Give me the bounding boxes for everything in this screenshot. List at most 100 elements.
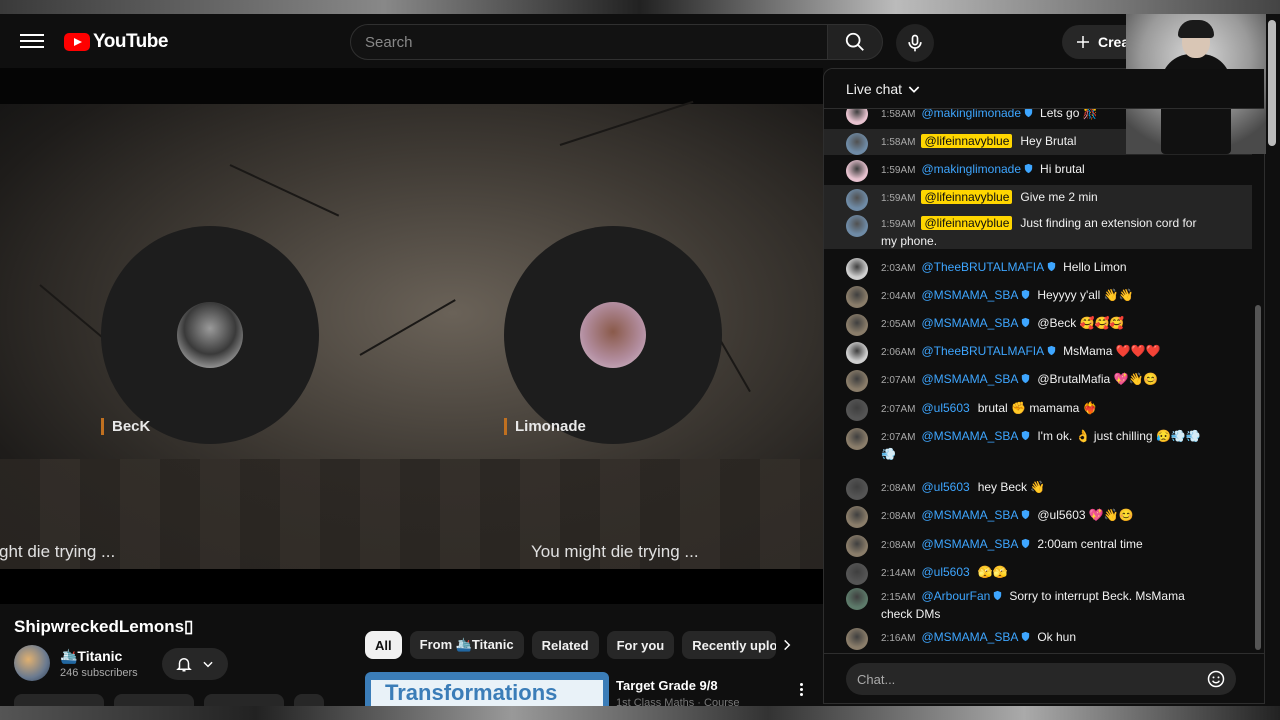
chat-message-body: 2:03AM @TheeBRUTALMAFIA Hello Limon bbox=[881, 259, 1212, 277]
chat-author-avatar[interactable] bbox=[846, 428, 868, 450]
caption-left: ght die trying ... bbox=[0, 542, 116, 561]
chat-author-name[interactable]: @lifeinnavyblue bbox=[921, 216, 1013, 230]
scene-crack bbox=[359, 299, 456, 356]
chip-from-channel[interactable]: From 🛳️Titanic bbox=[409, 631, 524, 659]
chat-timestamp: 2:14AM bbox=[881, 568, 916, 579]
chat-message[interactable]: 2:04AM @MSMAMA_SBA Heyyyy y'all 👋👋 bbox=[824, 283, 1252, 308]
chat-input-box[interactable] bbox=[846, 663, 1236, 695]
chat-author-avatar[interactable] bbox=[846, 160, 868, 182]
chips-next-button[interactable] bbox=[776, 634, 798, 656]
search-input[interactable] bbox=[351, 25, 827, 59]
chat-timestamp: 1:58AM bbox=[881, 109, 916, 120]
chat-message[interactable]: 2:07AM @MSMAMA_SBA I'm ok. 👌 just chilling… bbox=[824, 424, 1252, 470]
chat-message-list[interactable]: 1:58AM @makinglimonade Lets go 🎊 1:58AM @lif… bbox=[824, 109, 1264, 653]
chat-message[interactable]: 2:16AM @MSMAMA_SBA Ok hun bbox=[824, 625, 1252, 650]
channel-name[interactable]: 🛳️Titanic bbox=[60, 648, 122, 665]
chat-author-name[interactable]: @ArbourFan bbox=[921, 589, 990, 603]
chat-author-avatar[interactable] bbox=[846, 535, 868, 557]
chat-message[interactable]: 2:08AM @MSMAMA_SBA @ul5603 💖👋😊 bbox=[824, 503, 1252, 528]
chat-author-avatar[interactable] bbox=[846, 506, 868, 528]
chat-author-name[interactable]: @MSMAMA_SBA bbox=[921, 316, 1018, 330]
channel-avatar[interactable] bbox=[14, 645, 50, 681]
chat-message-body: 2:08AM @MSMAMA_SBA @ul5603 💖👋😊 bbox=[881, 507, 1212, 525]
chat-author-name[interactable]: @MSMAMA_SBA bbox=[921, 537, 1018, 551]
chat-message[interactable]: 2:05AM @MSMAMA_SBA @Beck 🥰🥰🥰 bbox=[824, 311, 1252, 336]
chat-message[interactable]: 2:07AM @MSMAMA_SBA @BrutalMafia 💖👋😊 bbox=[824, 367, 1252, 392]
chat-input[interactable] bbox=[846, 663, 1236, 695]
chat-author-avatar[interactable] bbox=[846, 215, 868, 237]
verified-badge-icon bbox=[1022, 289, 1030, 300]
chat-author-avatar[interactable] bbox=[846, 588, 868, 610]
chat-message[interactable]: 2:07AM @ul5603 brutal ✊ mamama ❤️‍🔥 bbox=[824, 396, 1252, 421]
notification-bell-button[interactable] bbox=[162, 648, 228, 680]
chat-author-name[interactable]: @lifeinnavyblue bbox=[921, 190, 1013, 204]
chat-author-avatar[interactable] bbox=[846, 342, 868, 364]
chat-timestamp: 2:07AM bbox=[881, 404, 916, 415]
search-box[interactable] bbox=[350, 24, 828, 60]
emoji-icon[interactable] bbox=[1206, 669, 1226, 689]
chat-message[interactable]: 1:59AM @lifeinnavyblue Give me 2 min bbox=[824, 185, 1252, 211]
chat-message-body: 2:06AM @TheeBRUTALMAFIA MsMama ❤️❤️❤️ bbox=[881, 343, 1212, 361]
caption-right: You might die trying ... bbox=[531, 542, 699, 561]
chat-message[interactable]: 2:08AM @MSMAMA_SBA 2:00am central time bbox=[824, 532, 1252, 557]
chat-message[interactable]: 2:03AM @TheeBRUTALMAFIA Hello Limon bbox=[824, 255, 1252, 280]
chat-author-name[interactable]: @lifeinnavyblue bbox=[921, 134, 1013, 148]
chat-author-name[interactable]: @makinglimonade bbox=[921, 109, 1021, 120]
chat-message[interactable]: 2:15AM @ArbourFan Sorry to interrupt Beck.… bbox=[824, 584, 1252, 621]
chevron-down-icon bbox=[203, 661, 213, 668]
chat-message-text: 2:00am central time bbox=[1037, 537, 1143, 551]
voice-search-button[interactable] bbox=[896, 24, 934, 62]
chat-author-avatar[interactable] bbox=[846, 109, 868, 125]
chat-author-avatar[interactable] bbox=[846, 370, 868, 392]
chat-message[interactable]: 2:14AM @ul5603 🫣🫣 bbox=[824, 560, 1252, 585]
chat-message-body: 2:08AM @ul5603 hey Beck 👋 bbox=[881, 479, 1212, 497]
chat-author-name[interactable]: @MSMAMA_SBA bbox=[921, 372, 1018, 386]
chat-message-body: 2:07AM @MSMAMA_SBA I'm ok. 👌 just chilling… bbox=[881, 428, 1212, 462]
chat-author-name[interactable]: @MSMAMA_SBA bbox=[921, 508, 1018, 522]
chat-author-avatar[interactable] bbox=[846, 314, 868, 336]
chat-author-name[interactable]: @MSMAMA_SBA bbox=[921, 429, 1018, 443]
chat-message-text: Give me 2 min bbox=[1020, 190, 1098, 204]
desktop-background-strip bbox=[0, 706, 1280, 720]
chat-message[interactable]: 1:59AM @lifeinnavyblue Just finding an ext… bbox=[824, 211, 1252, 249]
chip-related[interactable]: Related bbox=[531, 631, 599, 659]
chat-author-avatar[interactable] bbox=[846, 286, 868, 308]
chat-author-avatar[interactable] bbox=[846, 258, 868, 280]
chat-author-name[interactable]: @ul5603 bbox=[921, 480, 969, 494]
page-scrollbar[interactable] bbox=[1268, 20, 1276, 146]
chat-message[interactable]: 2:06AM @TheeBRUTALMAFIA MsMama ❤️❤️❤️ bbox=[824, 339, 1252, 364]
chat-message[interactable]: 1:59AM @makinglimonade Hi brutal bbox=[824, 157, 1252, 182]
chat-author-name[interactable]: @ul5603 bbox=[921, 401, 969, 415]
chat-author-avatar[interactable] bbox=[846, 189, 868, 211]
chat-author-name[interactable]: @makinglimonade bbox=[921, 162, 1021, 176]
chat-author-name[interactable]: @MSMAMA_SBA bbox=[921, 630, 1018, 644]
chat-author-name[interactable]: @TheeBRUTALMAFIA bbox=[921, 260, 1044, 274]
chat-timestamp: 2:05AM bbox=[881, 319, 916, 330]
menu-icon[interactable] bbox=[20, 31, 44, 51]
chat-message-body: 2:04AM @MSMAMA_SBA Heyyyy y'all 👋👋 bbox=[881, 287, 1212, 305]
youtube-logo[interactable]: YouTube bbox=[64, 31, 168, 53]
chat-scrollbar[interactable] bbox=[1255, 305, 1261, 650]
scene-crack bbox=[39, 284, 110, 344]
recommendation-title[interactable]: Target Grade 9/8 bbox=[616, 678, 718, 693]
chat-message[interactable]: 2:08AM @ul5603 hey Beck 👋 bbox=[824, 475, 1252, 500]
chat-author-avatar[interactable] bbox=[846, 478, 868, 500]
chip-recently-uploaded[interactable]: Recently uploa bbox=[682, 631, 777, 659]
chat-author-avatar[interactable] bbox=[846, 563, 868, 585]
chevron-down-icon bbox=[908, 86, 920, 93]
chat-author-avatar[interactable] bbox=[846, 628, 868, 650]
video-player[interactable]: BecK Limonade ght die trying ... You mig… bbox=[0, 68, 823, 604]
chat-author-name[interactable]: @TheeBRUTALMAFIA bbox=[921, 344, 1044, 358]
recommendation-thumbnail[interactable]: Transformations bbox=[365, 672, 609, 706]
chip-for-you[interactable]: For you bbox=[606, 631, 675, 659]
search-button[interactable] bbox=[827, 24, 883, 60]
chat-author-name[interactable]: @MSMAMA_SBA bbox=[921, 288, 1018, 302]
chat-timestamp: 1:59AM bbox=[881, 219, 916, 230]
chat-author-name[interactable]: @ul5603 bbox=[921, 565, 969, 579]
chat-author-avatar[interactable] bbox=[846, 399, 868, 421]
verified-badge-icon bbox=[1022, 509, 1030, 520]
more-options-icon[interactable] bbox=[794, 678, 808, 700]
chat-author-avatar[interactable] bbox=[846, 133, 868, 155]
chip-all[interactable]: All bbox=[365, 631, 402, 659]
live-chat-mode-selector[interactable]: Live chat bbox=[846, 81, 922, 97]
